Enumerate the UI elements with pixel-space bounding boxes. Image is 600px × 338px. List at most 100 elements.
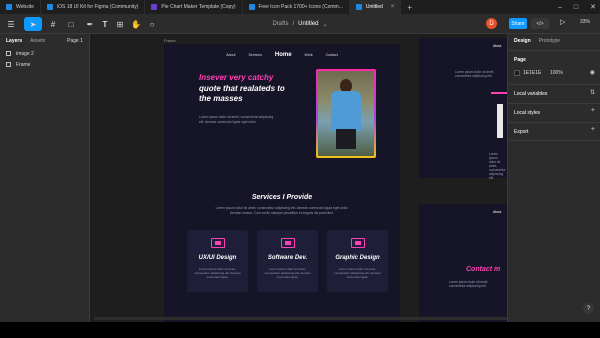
layers-panel: Layers Assets Page 1 image 2 Frame bbox=[0, 34, 90, 322]
local-variables-label[interactable]: Local variables bbox=[514, 91, 547, 97]
nav-work: Work bbox=[304, 53, 313, 57]
nav-services: Services bbox=[248, 53, 262, 57]
export-label: Export bbox=[514, 129, 529, 135]
chevron-down-icon[interactable]: ⌄ bbox=[323, 21, 328, 28]
add-style-icon[interactable]: + bbox=[591, 107, 595, 114]
nav-contact: Contact bbox=[325, 53, 338, 57]
person-legs bbox=[336, 129, 356, 149]
contact-heading: Contact m bbox=[466, 266, 501, 273]
eye-icon[interactable]: ◉ bbox=[590, 69, 595, 76]
toolbar: ☰ ➤ # □ ✒ T ⊞ ✋ ○ Drafts / Untitled ⌄ D … bbox=[0, 14, 600, 34]
variables-icon[interactable]: ⇅ bbox=[590, 89, 595, 96]
close-tab-icon[interactable]: × bbox=[391, 4, 395, 10]
properties-panel: Design Prototype Page 1E1E1E 100% ◉ Loca… bbox=[507, 34, 600, 322]
tab-bar: Website iOS 18 UI Kit for Figma (Communi… bbox=[0, 0, 600, 14]
figma-file-icon bbox=[6, 4, 12, 10]
breadcrumb-separator: / bbox=[292, 21, 295, 27]
card-title: Software Dev. bbox=[267, 255, 308, 261]
hero-line: the masses bbox=[199, 94, 243, 103]
frame2-text: Lorem ipsum dolor sit amet, consectetur … bbox=[455, 70, 495, 78]
layer-item[interactable]: image 2 bbox=[0, 48, 89, 59]
tab-untitled[interactable]: Untitled × bbox=[349, 0, 402, 14]
card-text: Lorem ipsum dolor sit amet, consectetur … bbox=[334, 267, 381, 280]
tab-pie-chart[interactable]: Pie Chart Maker Template (Copy) bbox=[145, 0, 243, 14]
share-button[interactable]: Share bbox=[509, 18, 527, 29]
monitor-icon bbox=[211, 238, 225, 248]
export-section: Export + bbox=[508, 122, 600, 141]
service-card: Software Dev. Lorem ipsum dolor sit amet… bbox=[257, 230, 318, 292]
tab-layers[interactable]: Layers bbox=[6, 38, 22, 44]
image-strip bbox=[497, 104, 503, 138]
minimize-icon[interactable]: – bbox=[558, 4, 562, 11]
present-icon[interactable]: ▷ bbox=[560, 18, 565, 26]
services-title: Services I Provide bbox=[251, 194, 313, 201]
page-selector[interactable]: Page 1 bbox=[67, 38, 83, 44]
person-body bbox=[331, 91, 361, 131]
tab-assets[interactable]: Assets bbox=[30, 38, 45, 44]
avatar[interactable]: D bbox=[486, 18, 497, 29]
frame-label[interactable]: Frame bbox=[164, 38, 176, 43]
frame2-nav: About bbox=[493, 44, 502, 48]
nav-home: Home bbox=[274, 52, 292, 58]
add-export-icon[interactable]: + bbox=[591, 126, 595, 133]
styles-section: Local styles + bbox=[508, 103, 600, 122]
contact-frame[interactable]: About Contact m Lorem ipsum dolor sit am… bbox=[419, 204, 507, 322]
card-title: UX/UI Design bbox=[198, 255, 237, 261]
figma-file-icon bbox=[46, 4, 53, 10]
image-layer-icon bbox=[6, 51, 11, 56]
right-panel-tabs: Design Prototype bbox=[508, 34, 600, 48]
close-window-icon[interactable]: ✕ bbox=[590, 3, 596, 11]
zoom-level[interactable]: 33% bbox=[580, 19, 590, 25]
frame-nav: About Services Home Work Contact bbox=[164, 52, 400, 58]
tab-prototype[interactable]: Prototype bbox=[539, 38, 560, 44]
dev-mode-icon[interactable]: </> bbox=[531, 18, 549, 29]
services-paragraph: Lorem ipsum dolor sit amet, consectetur … bbox=[215, 206, 349, 215]
horizontal-scrollbar[interactable] bbox=[94, 317, 507, 320]
tab-website[interactable]: Website bbox=[0, 0, 41, 14]
bottom-bar bbox=[0, 322, 600, 338]
frame2-text: Lorem ipsum dolor sit amet, consectetur … bbox=[489, 152, 506, 180]
frame3-text: Lorem ipsum dolor sit amet, consectetur … bbox=[449, 280, 489, 288]
card-title: Graphic Design bbox=[335, 255, 380, 261]
tab-ios-ui-kit[interactable]: iOS 18 UI Kit for Figma (Community) bbox=[41, 0, 146, 14]
help-button[interactable]: ? bbox=[583, 303, 594, 314]
code-icon bbox=[281, 238, 295, 248]
breadcrumb-folder[interactable]: Drafts bbox=[272, 21, 288, 27]
card-text: Lorem ipsum dolor sit amet, consectetur … bbox=[194, 267, 241, 280]
tab-icon-pack[interactable]: Free Icon Pack 1700+ Icons (Comm... bbox=[243, 0, 350, 14]
canvas[interactable]: Frame About Services Home Work Contact I… bbox=[90, 34, 507, 322]
figma-file-icon bbox=[355, 4, 362, 10]
page-color-swatch[interactable] bbox=[514, 70, 520, 76]
design-frame[interactable]: About Services Home Work Contact Insever… bbox=[164, 44, 400, 322]
local-styles-label: Local styles bbox=[514, 110, 541, 116]
left-panel-tabs: Layers Assets Page 1 bbox=[0, 34, 89, 48]
hero-paragraph: Lorem ipsum dolor sit amet, consectetur … bbox=[199, 115, 274, 124]
file-name[interactable]: Untitled bbox=[298, 21, 318, 27]
card-text: Lorem ipsum dolor sit amet, consectetur … bbox=[264, 267, 311, 280]
secondary-frame[interactable]: About Lorem ipsum dolor sit amet, consec… bbox=[419, 38, 507, 180]
page-heading: Page bbox=[514, 57, 526, 63]
new-tab-icon[interactable]: + bbox=[407, 3, 412, 12]
palette-icon bbox=[351, 238, 365, 248]
page-opacity[interactable]: 100% bbox=[550, 70, 563, 76]
figjam-icon bbox=[151, 4, 158, 10]
hero-photo[interactable] bbox=[316, 69, 376, 158]
maximize-icon[interactable]: □ bbox=[574, 4, 578, 11]
page-section: Page 1E1E1E 100% ◉ bbox=[508, 50, 600, 84]
tab-design[interactable]: Design bbox=[514, 38, 531, 44]
portrait-image bbox=[318, 71, 374, 156]
service-card: Graphic Design Lorem ipsum dolor sit ame… bbox=[327, 230, 388, 292]
hero-highlight: Insever very catchy bbox=[199, 73, 274, 82]
figma-file-icon bbox=[248, 4, 255, 10]
frame-layer-icon bbox=[6, 62, 11, 67]
window-controls: – □ ✕ bbox=[558, 0, 596, 14]
page-color-hex[interactable]: 1E1E1E bbox=[523, 70, 541, 76]
hero-heading: quote that realateds to the masses bbox=[199, 84, 299, 104]
hero-line: quote that realateds to bbox=[199, 84, 285, 93]
layer-item[interactable]: Frame bbox=[0, 59, 89, 70]
variables-section: Local variables ⇅ bbox=[508, 84, 600, 103]
nav-about: About bbox=[226, 53, 236, 57]
service-card: UX/UI Design Lorem ipsum dolor sit amet,… bbox=[187, 230, 248, 292]
accent-bar bbox=[491, 92, 507, 94]
frame3-nav: About bbox=[493, 210, 502, 214]
